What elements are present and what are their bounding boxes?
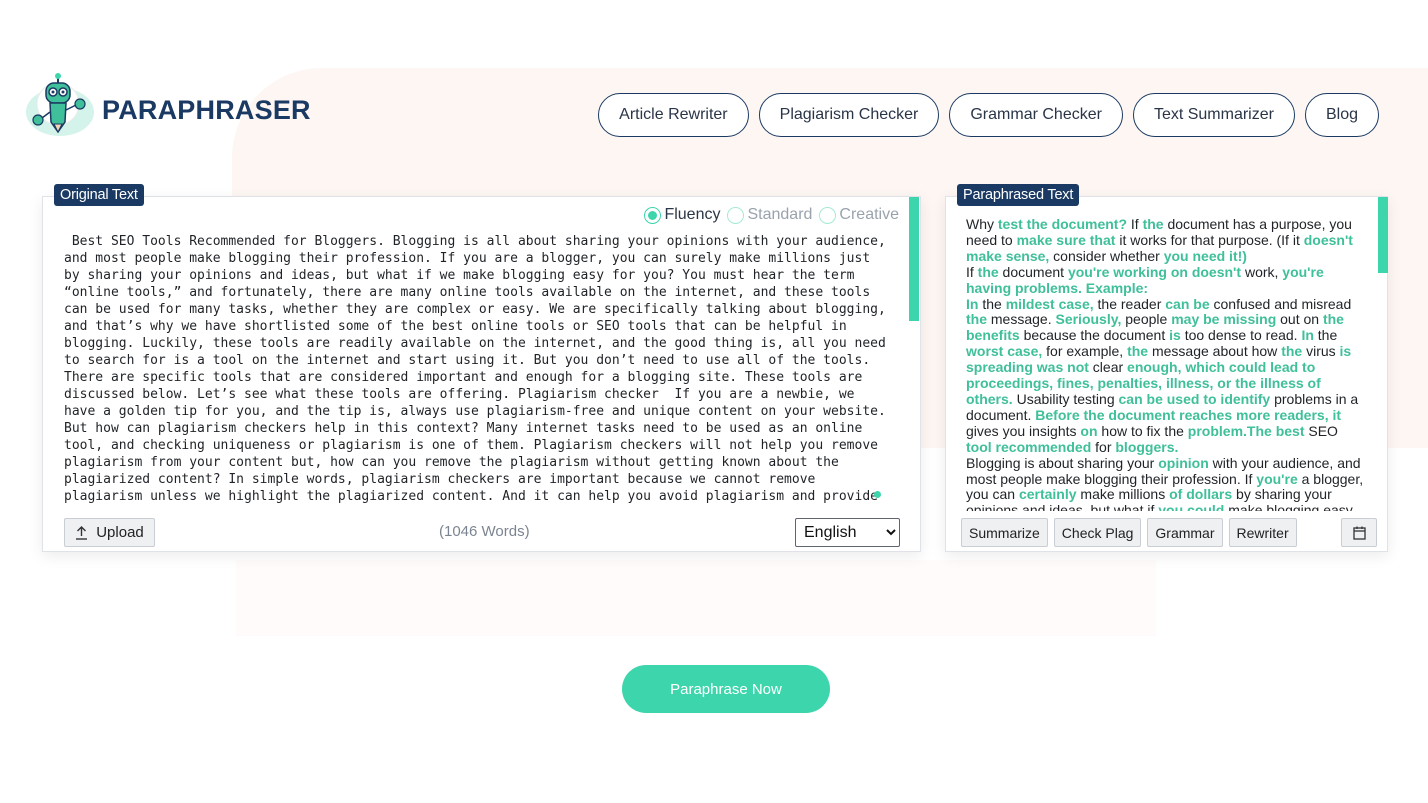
copy-button[interactable]: [1341, 518, 1377, 547]
changed-phrase[interactable]: bloggers.: [1115, 439, 1178, 455]
changed-phrase[interactable]: the: [978, 264, 999, 280]
changed-phrase[interactable]: make sure that: [1017, 232, 1116, 248]
radio-icon[interactable]: [819, 206, 837, 224]
site-header: PARAPHRASER Article Rewriter Plagiarism …: [0, 0, 1428, 160]
changed-phrase[interactable]: you need it!): [1164, 248, 1247, 264]
unchanged-phrase: how to fix the: [1097, 422, 1188, 439]
mode-creative[interactable]: Creative: [819, 206, 899, 224]
unchanged-phrase: message about how: [1148, 343, 1282, 360]
paraphrased-text-area[interactable]: Why test the document? If the document h…: [966, 217, 1364, 511]
upload-icon: [76, 525, 88, 540]
unchanged-phrase: confused and misread: [1209, 295, 1352, 312]
changed-phrase[interactable]: can be: [1165, 296, 1209, 312]
changed-phrase[interactable]: Seriously,: [1055, 311, 1121, 327]
unchanged-phrase: Why: [966, 217, 998, 232]
unchanged-phrase: SEO: [1304, 422, 1338, 439]
unchanged-phrase: for example,: [1042, 343, 1128, 360]
brand-name: PARAPHRASER: [102, 94, 311, 125]
radio-selected-icon[interactable]: [644, 206, 662, 224]
status-dot-icon: [874, 491, 881, 498]
unchanged-phrase: virus: [1302, 343, 1340, 360]
unchanged-phrase: If: [1127, 217, 1143, 232]
nav-text-summarizer[interactable]: Text Summarizer: [1132, 93, 1295, 137]
background-shape-lower: [236, 560, 1156, 636]
unchanged-phrase: the: [978, 295, 1006, 312]
nav-grammar-checker[interactable]: Grammar Checker: [949, 93, 1123, 137]
unchanged-phrase: message.: [987, 311, 1056, 328]
scrollbar-thumb[interactable]: [1378, 197, 1388, 273]
changed-phrase[interactable]: opinion: [1158, 455, 1209, 471]
unchanged-phrase: out on: [1276, 311, 1323, 328]
unchanged-phrase: for: [1091, 438, 1116, 455]
radio-icon[interactable]: [727, 206, 745, 224]
mode-selector: Fluency Standard Creative: [644, 206, 899, 224]
unchanged-phrase: make millions: [1076, 486, 1170, 503]
unchanged-phrase: it works for that purpose. (If it: [1115, 231, 1304, 248]
changed-phrase[interactable]: the: [966, 311, 987, 327]
unchanged-phrase: Blogging is about sharing your: [966, 454, 1159, 471]
nav-plagiarism-checker[interactable]: Plagiarism Checker: [758, 93, 940, 137]
unchanged-phrase: If: [966, 263, 978, 280]
changed-phrase[interactable]: can be used to identify: [1119, 391, 1271, 407]
mode-creative-label: Creative: [839, 206, 899, 223]
paraphrased-text-panel: Paraphrased Text Why test the document? …: [945, 184, 1388, 552]
changed-phrase[interactable]: may be missing: [1171, 311, 1276, 327]
changed-phrase[interactable]: you're working on doesn't: [1068, 264, 1241, 280]
changed-phrase[interactable]: test the document?: [998, 217, 1127, 232]
changed-phrase[interactable]: certainly: [1019, 486, 1077, 502]
unchanged-phrase: too dense to read.: [1180, 327, 1302, 344]
changed-phrase[interactable]: of dollars: [1169, 486, 1232, 502]
upload-label: Upload: [96, 524, 144, 541]
robot-pencil-icon: [24, 72, 96, 138]
changed-phrase[interactable]: on: [1080, 423, 1097, 439]
changed-phrase[interactable]: In: [1301, 327, 1313, 343]
unchanged-phrase: gives you insights: [966, 422, 1081, 439]
changed-phrase[interactable]: In: [966, 296, 978, 312]
unchanged-phrase: work,: [1241, 263, 1283, 280]
changed-phrase[interactable]: is: [1169, 327, 1181, 343]
main-nav: Article Rewriter Plagiarism Checker Gram…: [598, 93, 1379, 137]
unchanged-phrase: because the document: [1019, 327, 1170, 344]
changed-phrase[interactable]: you could: [1158, 502, 1224, 511]
tool-buttons: Summarize Check Plag Grammar Rewriter: [961, 518, 1297, 547]
nav-blog[interactable]: Blog: [1304, 93, 1379, 137]
scrollbar-thumb[interactable]: [909, 197, 919, 321]
mode-standard-label: Standard: [747, 206, 813, 223]
unchanged-phrase: clear: [1088, 359, 1128, 376]
changed-phrase[interactable]: you're: [1256, 471, 1297, 487]
changed-phrase[interactable]: the: [1143, 217, 1164, 232]
mode-standard[interactable]: Standard: [727, 206, 812, 224]
mode-fluency[interactable]: Fluency: [644, 206, 720, 224]
summarize-button[interactable]: Summarize: [961, 518, 1048, 547]
changed-phrase[interactable]: the: [1127, 343, 1148, 359]
unchanged-phrase: consider whether: [1049, 247, 1164, 264]
changed-phrase[interactable]: the: [1281, 343, 1302, 359]
unchanged-phrase: people: [1121, 311, 1172, 328]
changed-phrase[interactable]: tool recommended: [966, 439, 1091, 455]
unchanged-phrase: document: [998, 263, 1068, 280]
unchanged-phrase: Usability testing: [1012, 390, 1119, 407]
rewriter-button[interactable]: Rewriter: [1228, 518, 1297, 547]
language-select[interactable]: English: [795, 518, 900, 547]
original-text-panel: Original Text Fluency Standard Creative …: [42, 184, 921, 552]
upload-button[interactable]: Upload: [64, 518, 155, 547]
unchanged-phrase: the reader: [1093, 295, 1166, 312]
grammar-button[interactable]: Grammar: [1147, 518, 1223, 547]
changed-phrase[interactable]: worst case,: [966, 343, 1042, 359]
original-text-area[interactable]: Best SEO Tools Recommended for Bloggers.…: [64, 233, 890, 507]
changed-phrase[interactable]: problem.The best: [1188, 423, 1305, 439]
mode-fluency-label: Fluency: [664, 206, 721, 223]
paraphrase-now-button[interactable]: Paraphrase Now: [622, 665, 830, 713]
nav-article-rewriter[interactable]: Article Rewriter: [598, 93, 749, 137]
word-count: (1046 Words): [439, 523, 530, 540]
check-plag-button[interactable]: Check Plag: [1053, 518, 1142, 547]
logo[interactable]: PARAPHRASER: [24, 72, 311, 138]
changed-phrase[interactable]: mildest case,: [1006, 296, 1094, 312]
original-text-tag: Original Text: [54, 184, 144, 206]
paraphrased-text-tag: Paraphrased Text: [957, 184, 1080, 206]
unchanged-phrase: the: [1313, 327, 1338, 344]
changed-phrase[interactable]: Before the document reaches more readers…: [1035, 407, 1341, 423]
copy-icon: [1352, 526, 1366, 540]
